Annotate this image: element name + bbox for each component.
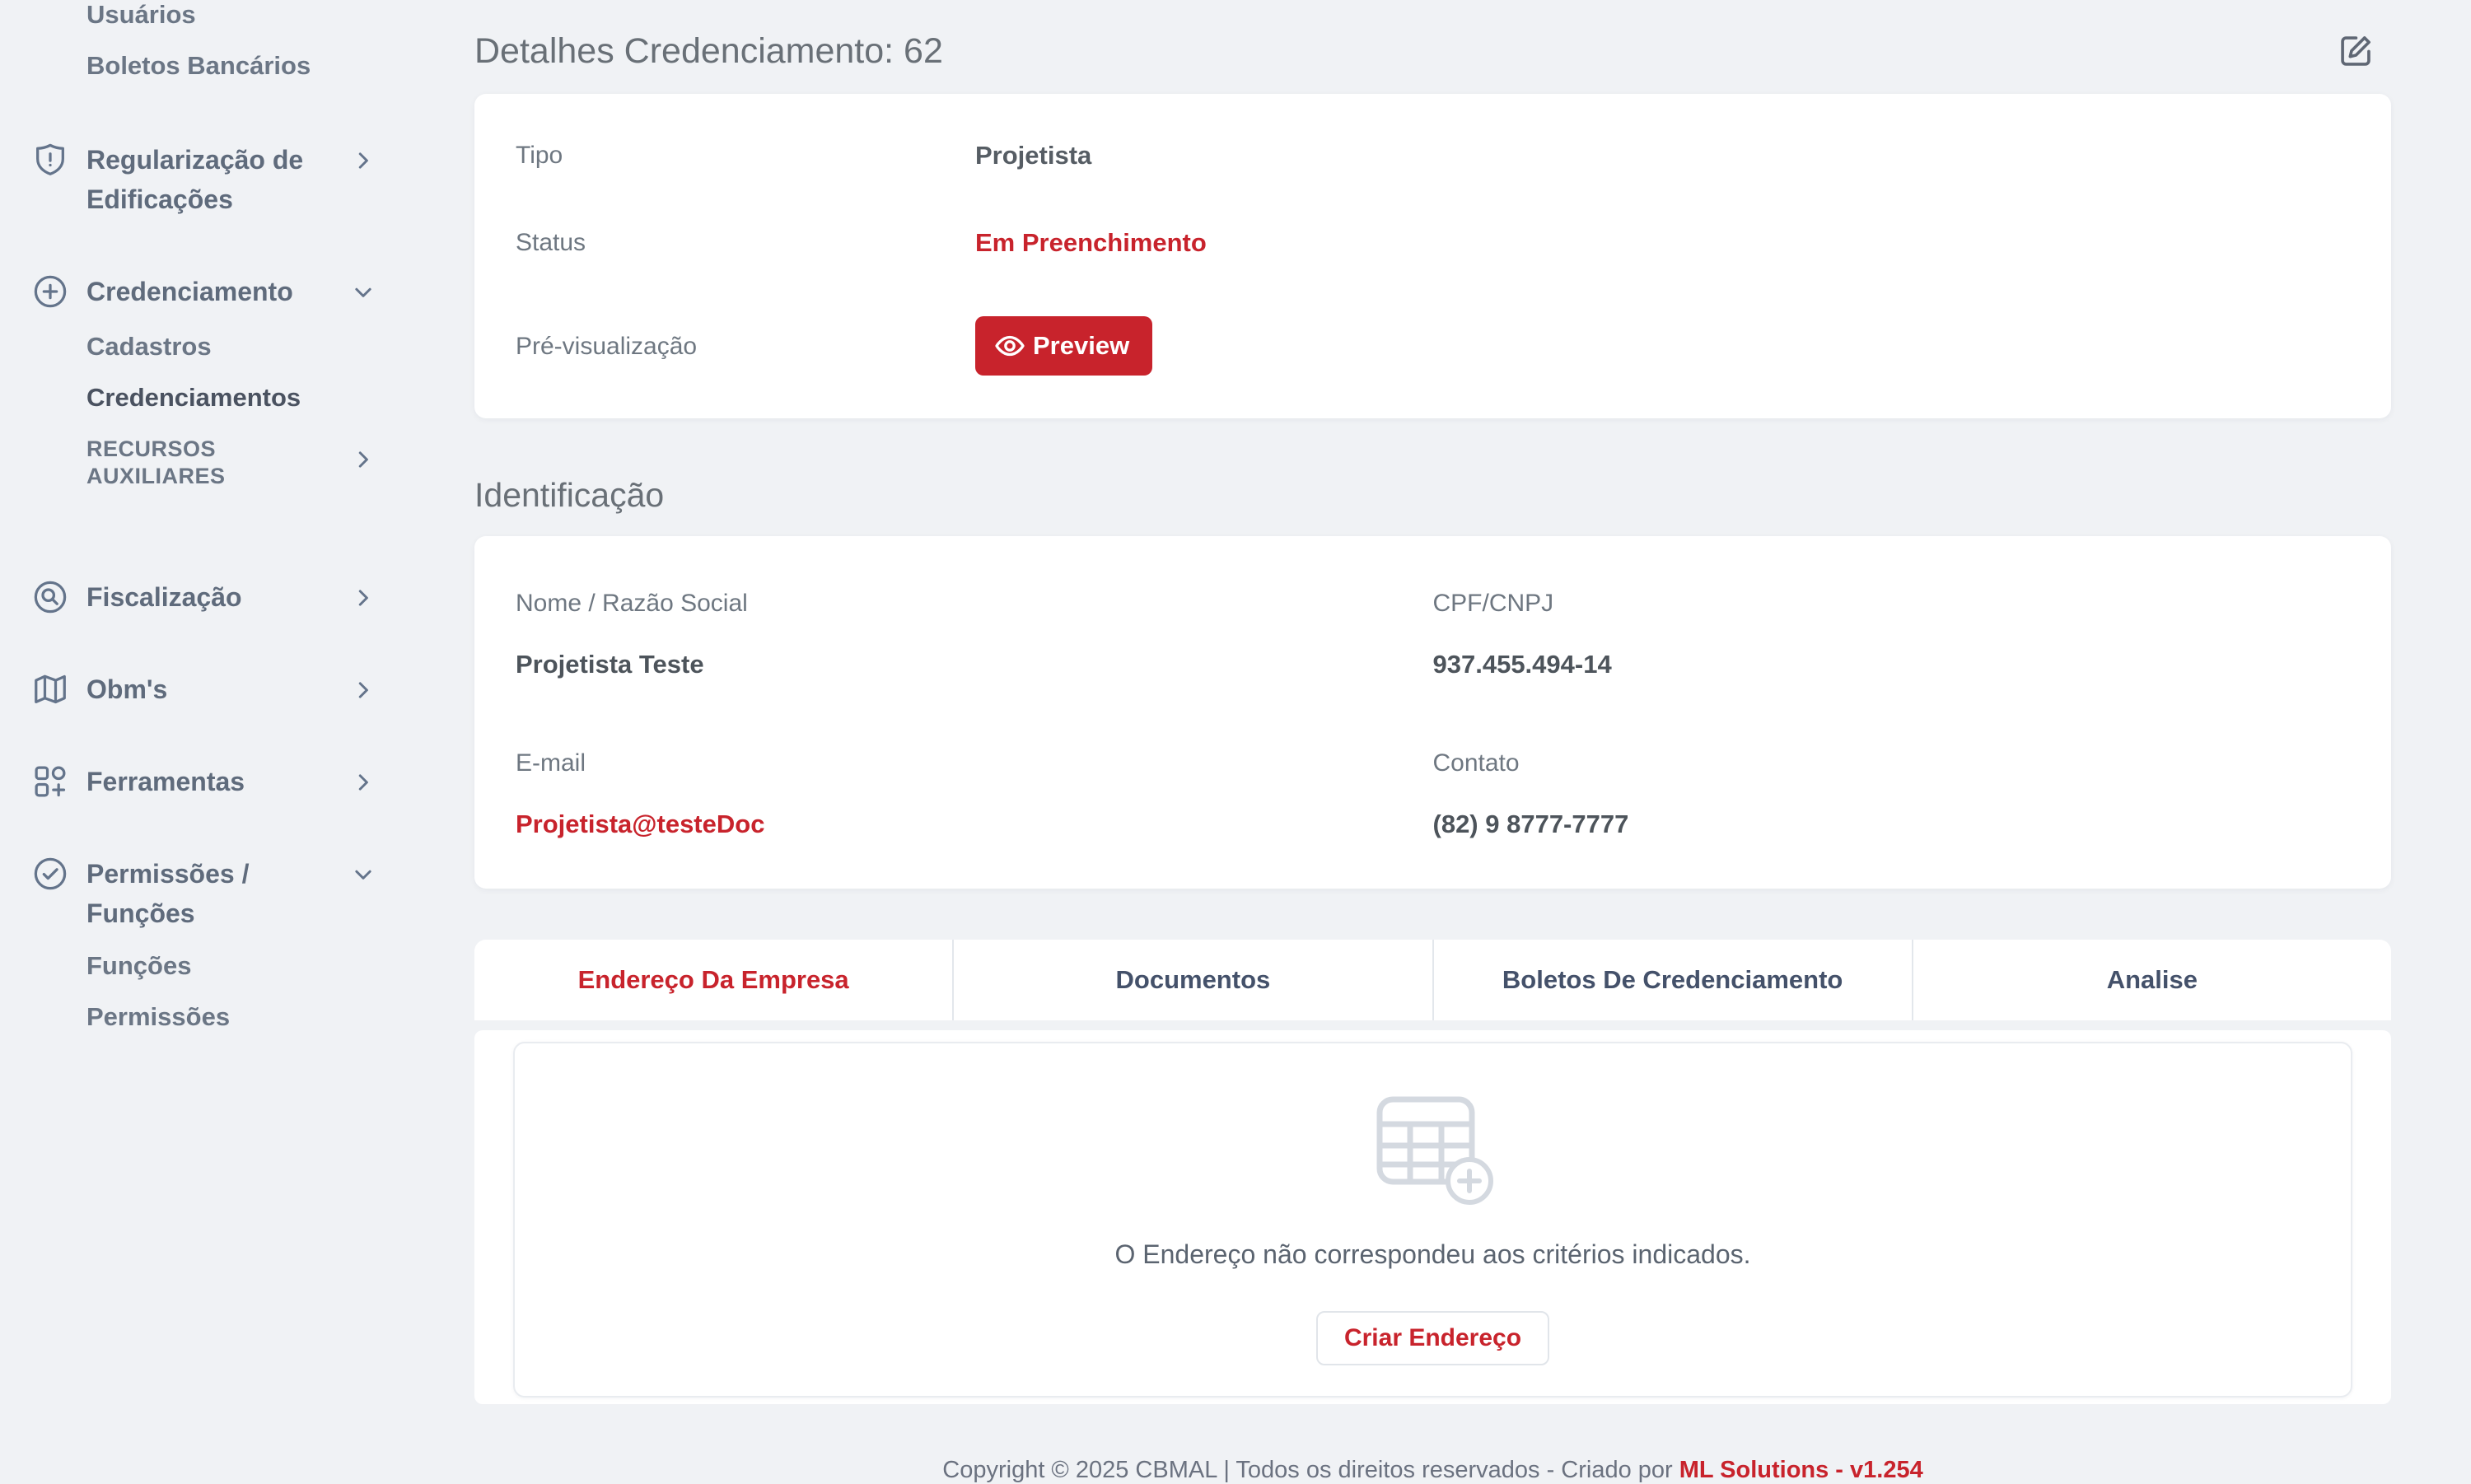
sidebar-item-recursos-auxiliares[interactable]: RECURSOS AUXILIARES [31, 436, 412, 516]
detail-row-preview: Pré-visualização Preview [516, 316, 2350, 376]
chevron-right-icon [351, 678, 376, 702]
chevron-right-icon [351, 148, 376, 173]
sidebar-item-permissoes-funcoes[interactable]: Permissões / Funções [31, 854, 412, 933]
detail-label: Tipo [516, 142, 975, 170]
sidebar-item-fiscalizacao[interactable]: Fiscalização [31, 577, 412, 617]
sidebar-item-usuarios[interactable]: Usuários [86, 2, 358, 27]
detail-value: Projetista [975, 142, 1091, 170]
identification-heading: Identificação [474, 476, 2391, 515]
tab-documentos[interactable]: Documentos [952, 940, 1432, 1020]
tab-panel: O Endereço não correspondeu aos critério… [474, 1030, 2391, 1404]
chevron-right-icon [351, 770, 376, 795]
detail-row-tipo: Tipo Projetista [516, 142, 2350, 170]
chevron-down-icon [351, 862, 376, 887]
chevron-down-icon [351, 280, 376, 305]
create-address-button[interactable]: Criar Endereço [1316, 1311, 1549, 1365]
eye-icon [993, 329, 1026, 362]
tab-bar: Endereço Da Empresa Documentos Boletos D… [474, 940, 2391, 1020]
sidebar: Usuários Boletos Bancários Regularização… [0, 0, 412, 1482]
detail-row-status: Status Em Preenchimento [516, 229, 2350, 257]
plus-circle-icon [31, 273, 69, 310]
footer: Copyright © 2025 CBMAL | Todos os direit… [474, 1457, 2391, 1484]
sidebar-item-credenciamento[interactable]: Credenciamento [31, 272, 412, 311]
sidebar-item-ferramentas[interactable]: Ferramentas [31, 762, 412, 801]
sidebar-item-obms[interactable]: Obm's [31, 670, 412, 709]
sidebar-item-boletos-bancarios[interactable]: Boletos Bancários [86, 53, 358, 78]
edit-button[interactable] [2337, 32, 2375, 70]
field-nome-razao-social: Nome / Razão Social Projetista Teste [516, 590, 1433, 678]
tab-boletos-de-credenciamento[interactable]: Boletos De Credenciamento [1432, 940, 1912, 1020]
check-circle-icon [31, 855, 69, 893]
shield-exclamation-icon [31, 141, 69, 179]
field-email: E-mail Projetista@testeDoc [516, 750, 1433, 838]
tab-analise[interactable]: Analise [1912, 940, 2391, 1020]
sidebar-item-permissoes[interactable]: Permissões [86, 1004, 358, 1029]
map-icon [31, 670, 69, 708]
sidebar-item-credenciamentos[interactable]: Credenciamentos [86, 385, 358, 410]
detail-label: Status [516, 229, 975, 257]
chevron-right-icon [351, 447, 376, 472]
main-content: Detalhes Credenciamento: 62 Tipo Projeti… [474, 0, 2391, 1484]
sidebar-item-funcoes[interactable]: Funções [86, 953, 358, 978]
field-contato: Contato (82) 9 8777-7777 [1433, 750, 2351, 838]
pencil-square-icon [2337, 32, 2375, 70]
preview-button[interactable]: Preview [975, 316, 1152, 376]
empty-state-message: O Endereço não correspondeu aos critério… [1115, 1239, 1751, 1270]
sidebar-item-cadastros[interactable]: Cadastros [86, 334, 358, 359]
grid-plus-icon [31, 763, 69, 800]
field-cpf-cnpj: CPF/CNPJ 937.455.494-14 [1433, 590, 2351, 678]
tab-endereco-da-empresa[interactable]: Endereço Da Empresa [474, 940, 952, 1020]
copyright-text: Copyright © 2025 CBMAL | Todos os direit… [942, 1457, 1679, 1483]
detail-label: Pré-visualização [516, 316, 975, 361]
details-card: Tipo Projetista Status Em Preenchimento … [474, 94, 2391, 418]
empty-state-card: O Endereço não correspondeu aos critério… [513, 1042, 2352, 1398]
status-badge: Em Preenchimento [975, 229, 1207, 257]
page-title: Detalhes Credenciamento: 62 [474, 31, 943, 72]
identification-card: Nome / Razão Social Projetista Teste CPF… [474, 536, 2391, 889]
chevron-right-icon [351, 586, 376, 610]
brand-version-link[interactable]: ML Solutions - v1.254 [1679, 1457, 1923, 1483]
search-circle-icon [31, 578, 69, 616]
table-plus-icon [1371, 1083, 1495, 1206]
sidebar-item-regularizacao[interactable]: Regularização de Edificações [31, 140, 412, 219]
